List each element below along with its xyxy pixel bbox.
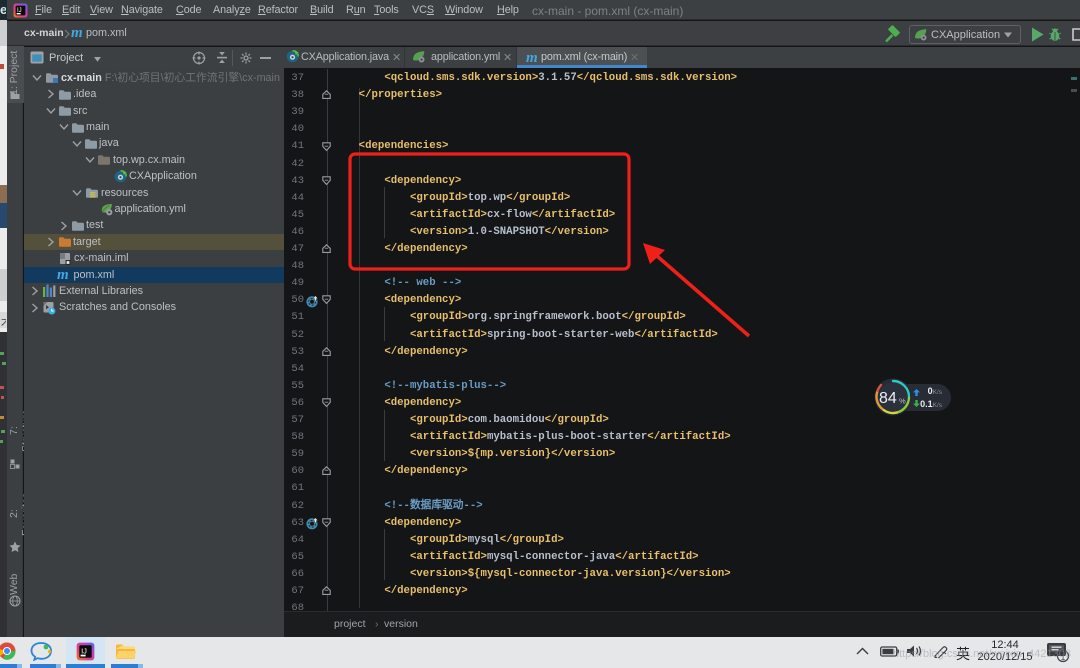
svg-text:IJ: IJ	[81, 646, 87, 655]
svg-text:%: %	[899, 397, 906, 406]
svg-text:84: 84	[879, 390, 897, 407]
svg-text:IJ: IJ	[17, 8, 22, 14]
